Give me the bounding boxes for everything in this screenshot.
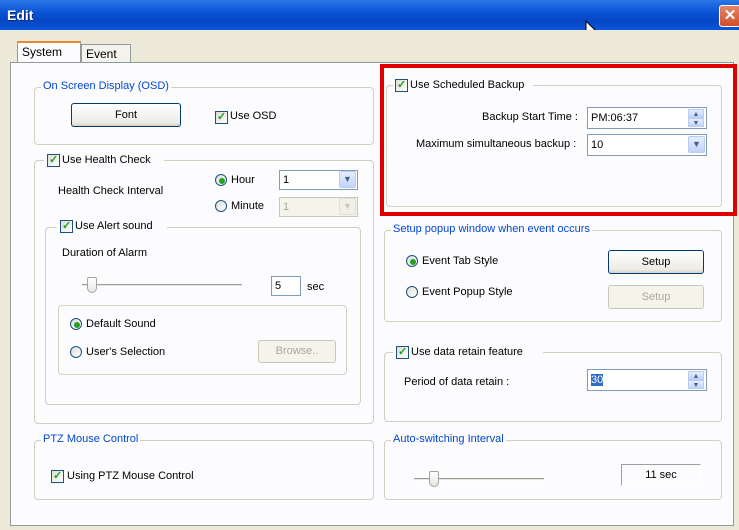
- alarm-duration-slider-thumb[interactable]: [87, 277, 97, 293]
- check-icon: ✓: [217, 111, 227, 123]
- setup-popup-button: Setup: [608, 285, 704, 309]
- event-popup-style-radio[interactable]: [406, 286, 418, 298]
- check-icon: ✓: [49, 154, 59, 166]
- minute-radio[interactable]: [215, 200, 227, 212]
- auto-switching-value: 11 sec: [621, 464, 701, 486]
- hour-radio[interactable]: [215, 174, 227, 186]
- tab-event[interactable]: Event: [81, 44, 131, 64]
- use-alert-sound-label: Use Alert sound: [75, 220, 153, 232]
- duration-of-alarm-label: Duration of Alarm: [62, 247, 147, 259]
- event-tab-style-radio[interactable]: [406, 255, 418, 267]
- check-icon: ✓: [53, 470, 63, 482]
- check-icon: ✓: [398, 346, 408, 358]
- spin-down-icon[interactable]: ▼: [688, 380, 704, 389]
- window-title: Edit: [7, 7, 34, 23]
- tab-event-label: Event: [86, 47, 117, 61]
- use-data-retain-label: Use data retain feature: [411, 346, 523, 358]
- users-selection-label: User's Selection: [86, 346, 166, 358]
- close-button[interactable]: ✕: [719, 5, 739, 27]
- use-health-check-label: Use Health Check: [62, 154, 151, 166]
- title-bar[interactable]: [0, 0, 739, 30]
- setup-button[interactable]: Setup: [608, 250, 704, 274]
- event-popup-style-label: Event Popup Style: [422, 286, 513, 298]
- minute-label: Minute: [231, 200, 265, 212]
- font-button[interactable]: Font: [71, 103, 181, 127]
- use-alert-sound-checkbox[interactable]: ✓: [60, 220, 73, 233]
- minute-select-value: 1: [283, 201, 290, 213]
- users-selection-radio[interactable]: [70, 346, 82, 358]
- highlight-box: [380, 64, 737, 216]
- browse-button: Browse..: [258, 340, 336, 363]
- popup-setup-legend: Setup popup window when event occurs: [391, 223, 592, 236]
- radio-selected-dot: [219, 178, 225, 184]
- auto-switching-legend: Auto-switching Interval: [391, 433, 506, 446]
- auto-switching-slider-thumb[interactable]: [429, 471, 439, 487]
- alarm-duration-input[interactable]: 5: [271, 276, 301, 296]
- event-tab-style-label: Event Tab Style: [422, 255, 499, 267]
- tab-system[interactable]: System: [17, 41, 81, 63]
- check-icon: ✓: [62, 220, 72, 232]
- radio-selected-dot: [74, 322, 80, 328]
- health-check-interval-label: Health Check Interval: [58, 185, 164, 197]
- spin-up-icon[interactable]: ▲: [688, 371, 704, 380]
- hour-label: Hour: [231, 174, 255, 186]
- use-osd-checkbox[interactable]: ✓: [215, 111, 228, 124]
- period-value-selected: 30: [591, 374, 604, 386]
- default-sound-radio[interactable]: [70, 318, 82, 330]
- hour-select-value: 1: [283, 174, 290, 186]
- radio-selected-dot: [410, 259, 416, 265]
- alarm-duration-slider-track[interactable]: [82, 284, 242, 287]
- osd-legend: On Screen Display (OSD): [41, 80, 171, 93]
- alarm-duration-unit: sec: [307, 281, 325, 293]
- using-ptz-mouse-control-label: Using PTZ Mouse Control: [67, 470, 194, 482]
- use-osd-label: Use OSD: [230, 110, 277, 122]
- hour-dropdown-chevron-icon[interactable]: ▼: [339, 171, 356, 188]
- use-health-check-checkbox[interactable]: ✓: [47, 154, 60, 167]
- tab-system-label: System: [22, 45, 63, 59]
- period-of-data-retain-label: Period of data retain :: [404, 376, 510, 388]
- using-ptz-mouse-control-checkbox[interactable]: ✓: [51, 470, 64, 483]
- use-data-retain-checkbox[interactable]: ✓: [396, 346, 409, 359]
- minute-dropdown-chevron-icon: ▼: [339, 198, 356, 215]
- ptz-legend: PTZ Mouse Control: [41, 433, 141, 446]
- default-sound-label: Default Sound: [86, 318, 156, 330]
